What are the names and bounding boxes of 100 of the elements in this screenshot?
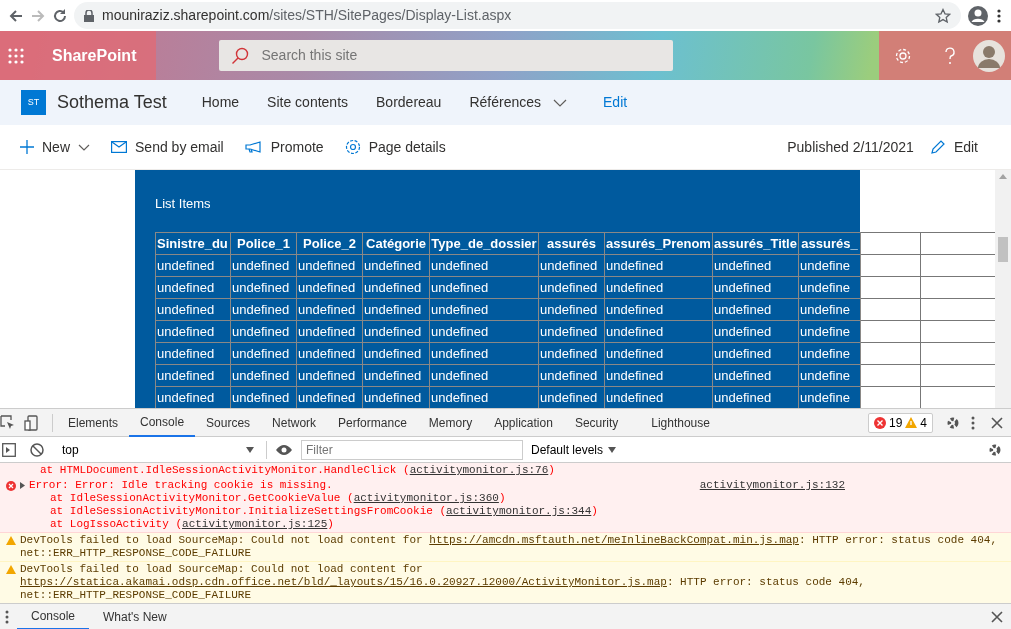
drawer-tab[interactable]: Console — [17, 603, 90, 629]
devtools-tab[interactable]: Memory — [417, 408, 484, 437]
levels-dropdown[interactable]: Default levels — [531, 440, 617, 459]
command-button[interactable]: Promote — [244, 136, 331, 158]
eye-icon[interactable] — [275, 443, 293, 456]
back-button[interactable] — [8, 7, 24, 24]
table-cell: undefined — [362, 320, 430, 343]
table-cell: undefined — [712, 276, 799, 299]
source-link[interactable]: activitymonitor.js:344 — [446, 505, 592, 517]
warning-icon — [6, 536, 16, 545]
devtools-tab[interactable]: Lighthouse — [629, 408, 721, 437]
sidebar-toggle-icon[interactable] — [2, 442, 16, 457]
error-icon — [6, 481, 16, 491]
star-icon[interactable] — [935, 7, 951, 24]
edit-button[interactable]: Edit — [929, 136, 985, 158]
source-link[interactable]: activitymonitor.js:360 — [353, 492, 499, 504]
table-cell: undefine — [798, 298, 861, 321]
devtools-tab[interactable]: Console — [129, 408, 196, 437]
issue-counter[interactable]: 19 4 — [867, 412, 933, 433]
stack-trace-line: at HTMLDocument.IdleSessionActivityMonitor.HandleClick (activitymonitor.js:76) — [40, 464, 555, 477]
more-menu-icon[interactable] — [5, 609, 9, 624]
table-cell: undefined — [230, 320, 297, 343]
site-title[interactable]: Sothema Test — [57, 89, 167, 116]
help-icon — [943, 46, 956, 65]
table-cell: undefined — [429, 254, 539, 277]
table-cell: undefine — [798, 254, 861, 277]
gear-icon — [344, 139, 361, 155]
more-menu-icon[interactable] — [995, 7, 1003, 24]
table-cell: undefined — [296, 254, 363, 277]
more-menu-icon[interactable] — [971, 415, 975, 430]
close-icon[interactable] — [991, 416, 1003, 429]
table-cell: undefined — [538, 342, 605, 365]
avatar-icon[interactable] — [973, 39, 1005, 72]
drawer-tab[interactable]: What's New — [89, 603, 181, 629]
address-bar[interactable]: mouniraziz.sharepoint.com/sites/STH/SitePages/Display-List.aspx — [74, 2, 961, 29]
source-link[interactable]: https://statica.akamai.odsp.cdn.office.net/bld/_layouts/15/16.0.20927.12000/ActivityMonitor.js.map — [20, 576, 667, 588]
table-cell: undefined — [538, 276, 605, 299]
site-logo[interactable]: ST — [21, 90, 46, 115]
chevron-down-icon — [553, 98, 567, 107]
plus-icon — [20, 140, 34, 154]
devtools-tab[interactable]: Application — [483, 408, 564, 437]
error-message: Error: Error: Idle tracking cookie is missing. — [29, 479, 333, 492]
dropdown-caret-icon — [608, 446, 617, 453]
command-button[interactable]: Send by email — [111, 136, 231, 158]
expand-triangle-icon[interactable] — [20, 482, 25, 489]
column-header: assurés_Title — [712, 232, 799, 255]
context-select[interactable]: top — [58, 440, 258, 459]
settings-icon — [893, 46, 912, 65]
table-cell: undefined — [429, 276, 539, 299]
table-cell: undefine — [798, 342, 861, 365]
waffle-icon — [8, 47, 24, 64]
nav-link[interactable]: Home — [187, 92, 254, 113]
reload-icon — [52, 7, 68, 24]
devtools-tab[interactable]: Performance — [327, 408, 418, 437]
warning-message: DevTools failed to load SourceMap: Could not load content for https://amcdn.msftauth.net/meInlineBackCompat.min.js.map: HTTP error: status code 404, net::ERR_HTTP_RESPONSE_CODE_FAILURE — [20, 534, 998, 560]
column-header: Catégorie — [362, 232, 430, 255]
table-cell: undefined — [296, 364, 363, 387]
account-icon[interactable] — [967, 4, 989, 27]
table-cell: undefined — [362, 342, 430, 365]
source-link[interactable]: activitymonitor.js:132 — [699, 479, 845, 492]
stack-trace-line: at IdleSessionActivityMonitor.InitializeSettingsFromCookie (activitymonitor.js:344) — [50, 505, 599, 518]
stack-trace-line: at IdleSessionActivityMonitor.GetCookieValue (activitymonitor.js:360) — [50, 492, 507, 505]
table-cell: undefine — [798, 320, 861, 343]
scrollbar[interactable] — [995, 170, 1011, 408]
clear-console-icon[interactable] — [30, 442, 44, 457]
forward-arrow-icon — [30, 7, 46, 24]
nav-link[interactable]: Références — [455, 92, 581, 113]
source-link[interactable]: activitymonitor.js:125 — [182, 518, 328, 530]
table-cell: undefined — [538, 254, 605, 277]
command-button[interactable]: New — [20, 136, 97, 158]
table-cell: undefined — [604, 342, 713, 365]
web-part-title: List Items — [154, 195, 212, 213]
pencil-icon — [929, 139, 946, 155]
inspect-icon[interactable] — [0, 414, 16, 431]
scrollbar-thumb[interactable] — [998, 237, 1008, 262]
reload-button[interactable] — [52, 7, 68, 24]
search-box[interactable]: Search this site — [219, 40, 674, 71]
table-cell: undefined — [362, 364, 430, 387]
lock-icon — [84, 9, 94, 22]
devtools-tab[interactable]: Sources — [195, 408, 262, 437]
table-cell: undefined — [296, 276, 363, 299]
column-header: assurés_Prenom — [604, 232, 713, 255]
device-toolbar-icon[interactable] — [24, 414, 38, 431]
back-arrow-icon — [8, 7, 24, 24]
filter-field[interactable]: Filter — [301, 439, 523, 460]
devtools-tab[interactable]: Network — [261, 408, 328, 437]
warning-icon — [6, 565, 16, 574]
nav-link[interactable]: Site contents — [253, 92, 363, 113]
warning-message: DevTools failed to load SourceMap: Could not load content for https://statica.akamai.odsp.cdn.office.net/bld/_layouts/15/16.0.20927.12000/ActivityMonitor.js.map: HTTP error: status code 404, net::ERR_HTTP_RESPONSE_CODE_FAILURE — [20, 563, 866, 602]
search-field[interactable]: Search this site — [259, 44, 662, 67]
command-button[interactable]: Page details — [344, 136, 453, 158]
table-cell: undefined — [712, 298, 799, 321]
nav-link[interactable]: Edit — [589, 92, 642, 113]
nav-link[interactable]: Bordereau — [362, 92, 456, 113]
dropdown-caret-icon — [246, 446, 254, 453]
source-link[interactable]: https://amcdn.msftauth.net/meInlineBackCompat.min.js.map — [429, 534, 799, 546]
source-link[interactable]: activitymonitor.js:76 — [409, 464, 549, 476]
devtools-tab[interactable]: Elements — [57, 408, 130, 437]
devtools-tab[interactable]: Security — [563, 408, 630, 437]
close-icon[interactable] — [991, 610, 1003, 623]
